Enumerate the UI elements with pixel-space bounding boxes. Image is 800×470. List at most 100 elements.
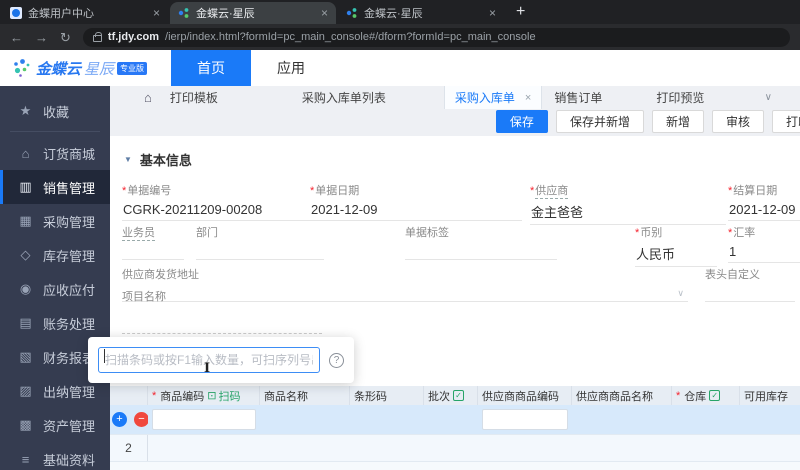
browser-tab-user-center[interactable]: 金蝶用户中心 ×: [2, 2, 168, 24]
nav-home[interactable]: 首页: [171, 50, 252, 86]
reload-icon[interactable]: ↻: [60, 31, 71, 44]
browser-toolbar: ← → ↻ tf.jdy.com/ierp/index.html?formId=…: [0, 24, 800, 50]
forward-icon[interactable]: →: [35, 31, 48, 44]
exchange-rate-input[interactable]: 1: [728, 244, 800, 263]
add-row-button[interactable]: +: [112, 412, 127, 427]
save-button[interactable]: 保存: [495, 110, 548, 133]
col-label: 条形码: [354, 390, 387, 403]
section-basic-info[interactable]: ▼ 基本信息: [124, 150, 192, 169]
tab-purchase-inbound-list[interactable]: 采购入库单列表: [302, 89, 386, 106]
sidebar-item-purchase-mgmt[interactable]: ▦ 采购管理: [0, 204, 110, 238]
sidebar: ★ 收藏 ⌂ 订货商城 ▥ 销售管理 ▦ 采购管理 ◇ 库存管理 ◉ 应收应付 …: [0, 86, 110, 470]
sidebar-item-order-mall[interactable]: ⌂ 订货商城: [0, 136, 110, 170]
col-batch[interactable]: 批次 ✓: [424, 386, 478, 405]
bill-no-input[interactable]: CGRK-20211209-00208: [122, 202, 310, 221]
supplier-product-code-input[interactable]: [482, 409, 568, 430]
tab-sales-order[interactable]: 销售订单: [554, 89, 602, 106]
col-barcode[interactable]: 条形码: [350, 386, 424, 405]
cell-warehouse[interactable]: [672, 405, 740, 434]
cell-batch[interactable]: [424, 405, 478, 434]
sidebar-item-asset-mgmt[interactable]: ▩ 资产管理: [0, 408, 110, 442]
cell-barcode[interactable]: [350, 405, 424, 434]
col-label: 商品编码: [160, 390, 205, 403]
salesman-input[interactable]: [122, 244, 184, 260]
sidebar-item-label: 基础资料: [43, 452, 96, 468]
warehouse-select-icon[interactable]: ✓: [709, 390, 721, 401]
required-marker: *: [728, 227, 733, 239]
browser-tab-xingchen-active[interactable]: 金蝶云·星辰 ×: [170, 2, 336, 24]
batch-select-icon[interactable]: ✓: [453, 390, 464, 401]
col-label: 批次: [428, 390, 450, 403]
table-row-3-partial[interactable]: [110, 461, 800, 470]
tab-print-template[interactable]: 打印模板: [170, 89, 218, 106]
chevron-down-icon[interactable]: ∨: [765, 92, 772, 103]
browser-tab-xingchen-2[interactable]: 金蝶云·星辰 ×: [338, 2, 504, 24]
new-button[interactable]: 新增: [651, 110, 704, 133]
sidebar-item-receivable-payable[interactable]: ◉ 应收应付: [0, 272, 110, 306]
cell-batch[interactable]: [424, 435, 478, 461]
field-project-name: 项目名称: [122, 288, 322, 304]
collapse-triangle-icon[interactable]: ▼: [124, 155, 132, 164]
close-icon[interactable]: ×: [489, 6, 496, 20]
department-input[interactable]: [196, 244, 324, 260]
col-warehouse[interactable]: * 仓库 ✓: [672, 386, 740, 405]
col-supplier-product-code[interactable]: 供应商商品编码: [478, 386, 572, 405]
remove-row-button[interactable]: −: [134, 412, 148, 427]
cell-warehouse[interactable]: [672, 435, 740, 461]
required-marker: *: [310, 185, 315, 197]
cell-product-name[interactable]: [260, 405, 350, 434]
new-tab-button[interactable]: +: [516, 3, 525, 24]
close-icon[interactable]: ×: [525, 92, 531, 104]
nav-apps[interactable]: 应用: [251, 50, 331, 86]
bill-tag-input[interactable]: [405, 244, 557, 260]
product-code-input[interactable]: [152, 409, 256, 430]
col-label: 仓库: [684, 390, 707, 403]
cell-barcode[interactable]: [350, 435, 424, 461]
col-available-stock[interactable]: 可用库存: [740, 386, 800, 405]
cell-supplier-product-name[interactable]: [572, 405, 672, 434]
sidebar-item-accounting[interactable]: ▤ 账务处理: [0, 306, 110, 340]
field-label-link[interactable]: 供应商: [535, 185, 569, 199]
back-icon[interactable]: ←: [10, 31, 23, 44]
help-icon[interactable]: ?: [329, 352, 344, 368]
close-icon[interactable]: ×: [153, 6, 160, 20]
tab-print-preview[interactable]: 打印预览: [656, 89, 704, 106]
cell-product-code[interactable]: [148, 435, 260, 461]
scan-button[interactable]: ⊡ 扫码: [207, 388, 240, 404]
col-product-name[interactable]: 商品名称: [260, 386, 350, 405]
cell-product-name[interactable]: [260, 435, 350, 461]
chevron-down-icon[interactable]: ∨: [677, 288, 684, 299]
audit-button[interactable]: 审核: [711, 110, 764, 133]
field-currency: *币别 人民币: [635, 224, 717, 267]
save-and-new-button[interactable]: 保存并新增: [555, 110, 644, 133]
print-button[interactable]: 打印: [771, 110, 800, 133]
cell-supplier-product-name[interactable]: [572, 435, 672, 461]
table-row-1-selected[interactable]: + −: [110, 405, 800, 434]
scan-label: 扫码: [218, 390, 241, 403]
col-product-code[interactable]: * 商品编码 ⊡ 扫码: [148, 386, 260, 405]
field-header-custom: 表头自定义: [705, 266, 795, 302]
col-supplier-product-name[interactable]: 供应商商品名称: [572, 386, 672, 405]
currency-input[interactable]: 人民币: [635, 244, 717, 267]
bill-date-input[interactable]: 2021-12-09: [310, 202, 522, 221]
cell-supplier-product-code[interactable]: [478, 435, 572, 461]
close-icon[interactable]: ×: [321, 6, 328, 20]
header-custom-input[interactable]: [705, 286, 795, 302]
sidebar-item-base-data[interactable]: ≡ 基础资料: [0, 442, 110, 470]
ledger-icon: ▤: [19, 315, 32, 330]
supplier-input[interactable]: 金主爸爸: [530, 202, 726, 225]
home-icon[interactable]: ⌂: [144, 90, 152, 105]
sidebar-item-sales-mgmt[interactable]: ▥ 销售管理: [0, 170, 110, 204]
table-row-2[interactable]: 2: [110, 434, 800, 461]
tab-purchase-inbound-active[interactable]: 采购入库单 ×: [443, 86, 543, 109]
browser-tab-title: 金蝶用户中心: [28, 8, 94, 20]
settle-date-input[interactable]: 2021-12-09: [728, 202, 800, 221]
url-bar[interactable]: tf.jdy.com/ierp/index.html?formId=pc_mai…: [82, 27, 790, 47]
cell-available-stock[interactable]: [740, 405, 800, 434]
project-name-input[interactable]: [122, 312, 322, 334]
sidebar-item-inventory-mgmt[interactable]: ◇ 库存管理: [0, 238, 110, 272]
cell-available-stock[interactable]: [740, 435, 800, 461]
field-label-link[interactable]: 业务员: [122, 227, 155, 241]
sidebar-item-label: 收藏: [43, 104, 70, 120]
sidebar-item-favorites[interactable]: ★ 收藏: [0, 94, 110, 128]
